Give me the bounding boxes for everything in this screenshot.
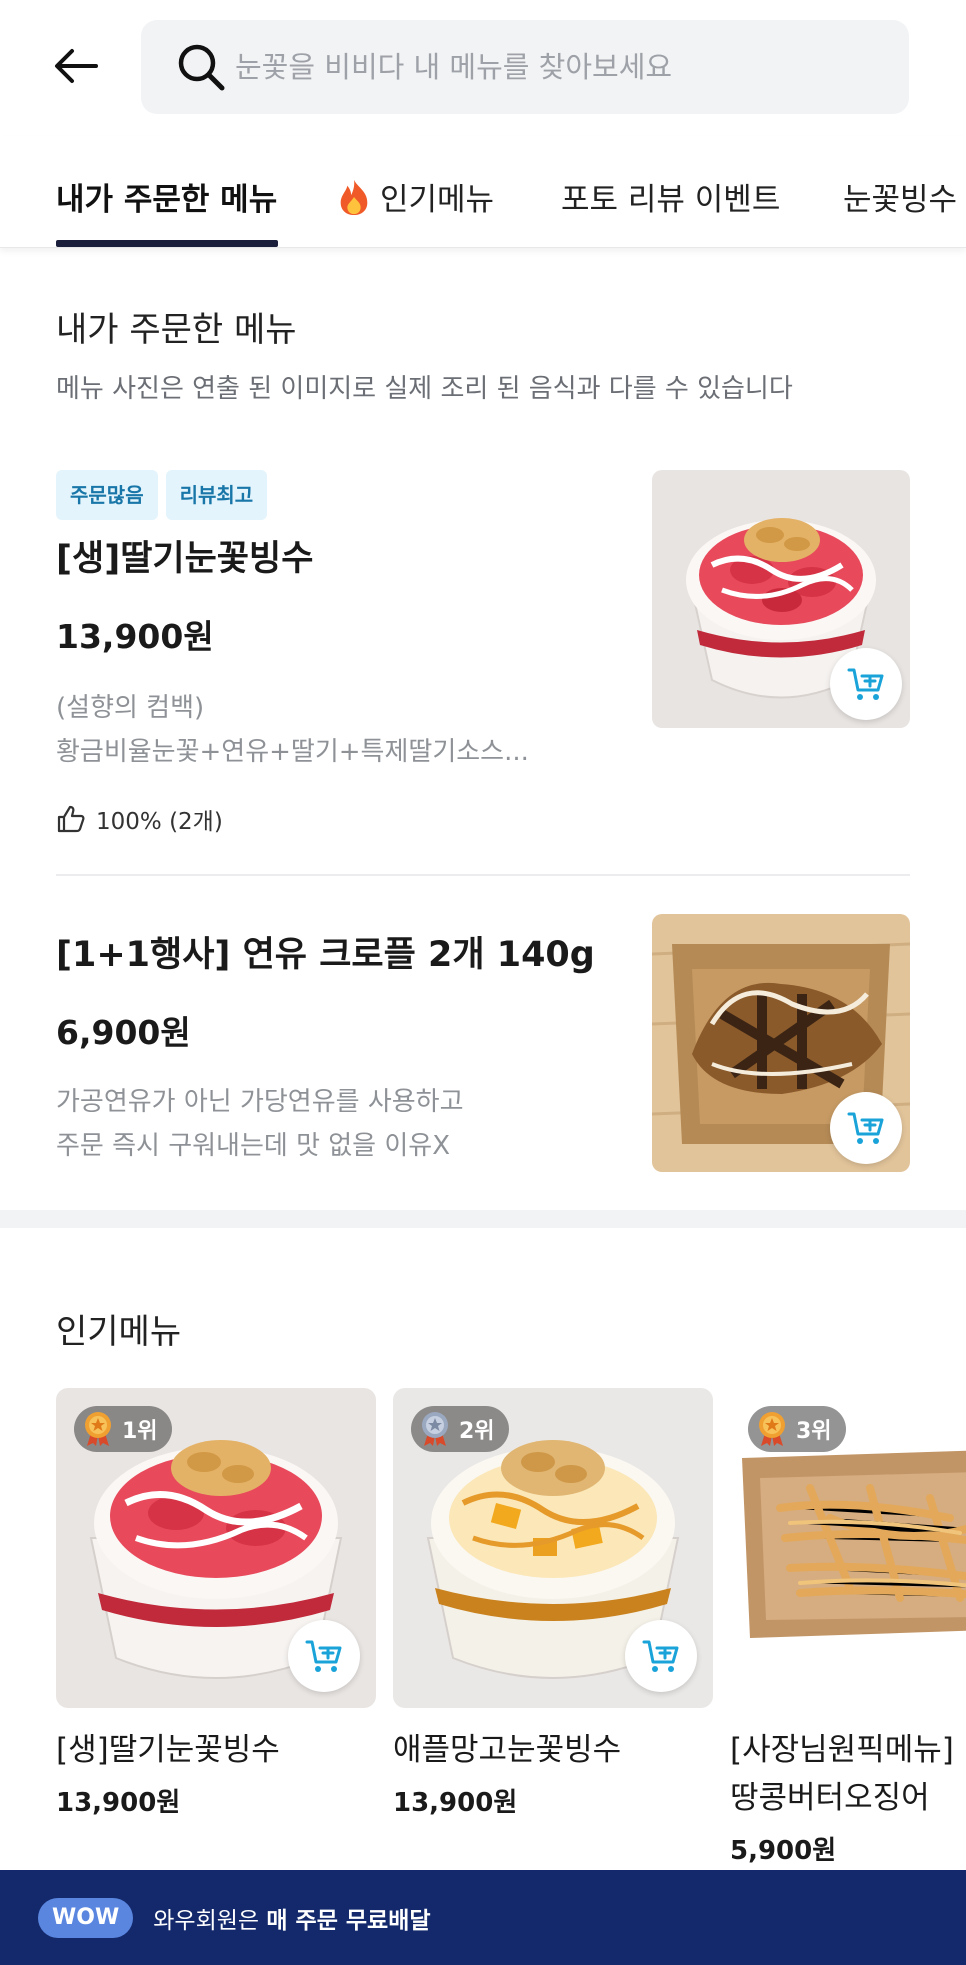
cart-plus-icon <box>305 1640 342 1672</box>
search-icon <box>175 41 227 93</box>
croffle-photo[interactable] <box>652 914 910 1172</box>
top-bar <box>0 0 966 136</box>
search-box[interactable] <box>141 20 909 114</box>
rank-badge: 3위 <box>748 1406 846 1452</box>
menu-item[interactable]: [1+1행사] 연유 크로플 2개 140g 6,900원 가공연유가 아닌 가… <box>56 914 910 1174</box>
add-to-cart-button[interactable] <box>288 1620 360 1692</box>
tab-photo-review-event[interactable]: 포토 리뷰 이벤트 <box>561 174 780 219</box>
tab-label: 포토 리뷰 이벤트 <box>561 182 781 218</box>
item-divider <box>56 874 910 876</box>
back-button[interactable] <box>50 44 102 88</box>
name-line: [생]딸기눈꽃빙수 <box>56 1732 280 1768</box>
popular-item-name: 애플망고눈꽃빙수 <box>393 1726 621 1774</box>
popular-item-name: [사장님원픽메뉴] 땅콩버터오징어 <box>730 1726 954 1822</box>
tab-label: 내가 주문한 메뉴 <box>56 182 278 218</box>
add-to-cart-button[interactable] <box>830 1092 902 1164</box>
item-name: [생]딸기눈꽃빙수 <box>56 539 314 579</box>
category-tabs: 내가 주문한 메뉴 인기메뉴 포토 리뷰 이벤트 눈꽃빙수 <box>0 136 966 248</box>
name-line: 애플망고눈꽃빙수 <box>393 1732 622 1768</box>
medal-icon <box>85 1412 111 1446</box>
wow-text-normal: 와우회원은 <box>153 1907 267 1934</box>
badge-best-review: 리뷰최고 <box>165 470 268 520</box>
wow-membership-banner[interactable]: WOW 와우회원은 매 주문 무료배달 <box>0 1870 966 1965</box>
active-tab-indicator <box>56 240 278 247</box>
popular-item-price: 13,900원 <box>393 1788 518 1818</box>
popular-item-price: 13,900원 <box>56 1788 181 1818</box>
arrow-left-icon <box>55 49 98 83</box>
thumbs-up-icon <box>57 805 85 833</box>
popular-item-name: [생]딸기눈꽃빙수 <box>56 1726 280 1774</box>
section-subtitle: 메뉴 사진은 연출 된 이미지로 실제 조리 된 음식과 다를 수 있습니다 <box>56 374 793 404</box>
add-to-cart-button[interactable] <box>625 1620 697 1692</box>
item-desc-line2: 황금비율눈꽃+연유+딸기+특제딸기소스... <box>56 737 529 767</box>
search-input[interactable] <box>235 37 909 97</box>
item-desc-line1: (설향의 컴백) <box>56 693 205 723</box>
tab-snowflake-bingsu[interactable]: 눈꽃빙수 <box>843 174 957 219</box>
cart-plus-icon <box>847 1112 884 1144</box>
rank-badge: 2위 <box>411 1406 509 1452</box>
rank-badge: 1위 <box>74 1406 172 1452</box>
menu-item[interactable]: 주문많음 리뷰최고 [생]딸기눈꽃빙수 13,900원 (설향의 컴백) 황금비… <box>56 470 910 850</box>
rank-label: 3위 <box>796 1419 832 1444</box>
rank-label: 2위 <box>459 1419 495 1444</box>
section-title-my-orders: 내가 주문한 메뉴 <box>56 310 297 350</box>
medal-icon <box>422 1412 448 1446</box>
like-rate: 100% (2개) <box>96 809 223 835</box>
name-line: 땅콩버터오징어 <box>730 1780 930 1816</box>
popular-item-price: 5,900원 <box>730 1836 837 1866</box>
badge-group: 주문많음 리뷰최고 <box>56 470 268 520</box>
strawberry-bingsu-photo[interactable] <box>652 470 910 728</box>
item-price: 6,900원 <box>56 1013 191 1052</box>
badge-many-orders: 주문많음 <box>56 470 158 520</box>
rank-label: 1위 <box>122 1419 158 1444</box>
fire-icon <box>340 179 368 216</box>
medal-icon <box>759 1412 785 1446</box>
item-like: 100% (2개) <box>56 802 223 836</box>
cart-plus-icon <box>847 668 884 700</box>
wow-text-bold: 매 주문 무료배달 <box>266 1907 431 1934</box>
wow-banner-text: 와우회원은 매 주문 무료배달 <box>153 1901 430 1935</box>
tab-label: 눈꽃빙수 <box>843 182 958 218</box>
tab-popular[interactable]: 인기메뉴 <box>336 174 494 219</box>
section-divider <box>0 1210 966 1228</box>
item-name: [1+1행사] 연유 크로플 2개 140g <box>56 935 595 975</box>
item-desc-line1: 가공연유가 아닌 가당연유를 사용하고 <box>56 1087 464 1117</box>
tab-my-orders[interactable]: 내가 주문한 메뉴 <box>56 174 277 219</box>
name-line: [사장님원픽메뉴] <box>730 1732 954 1768</box>
add-to-cart-button[interactable] <box>830 648 902 720</box>
cart-plus-icon <box>642 1640 679 1672</box>
wow-badge: WOW <box>38 1897 134 1938</box>
section-title-popular: 인기메뉴 <box>56 1312 182 1352</box>
item-price: 13,900원 <box>56 617 214 656</box>
item-desc-line2: 주문 즉시 구워내는데 맛 없을 이유X <box>56 1131 451 1161</box>
tab-label: 인기메뉴 <box>380 182 495 218</box>
